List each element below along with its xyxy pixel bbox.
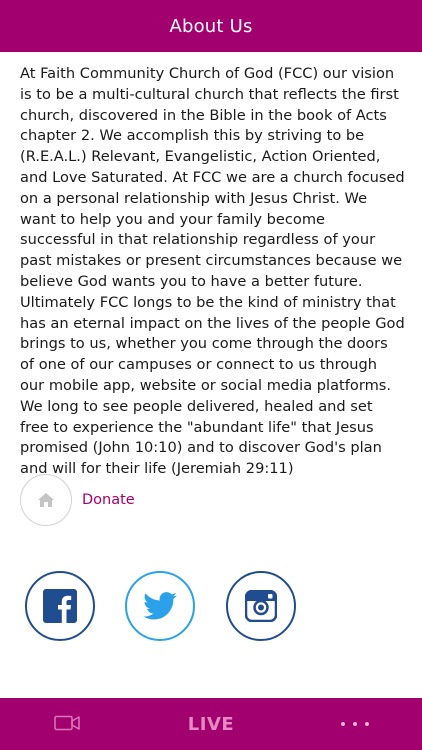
social-links	[0, 571, 422, 641]
facebook-button[interactable]	[25, 571, 95, 641]
about-description: At Faith Community Church of God (FCC) o…	[20, 65, 405, 478]
twitter-icon	[143, 592, 177, 620]
instagram-icon	[245, 590, 277, 622]
twitter-button[interactable]	[125, 571, 195, 641]
facebook-icon	[43, 589, 77, 623]
app-header: About Us	[0, 0, 422, 52]
dot	[341, 722, 345, 726]
page-title: About Us	[169, 15, 253, 37]
donate-link[interactable]: Donate	[82, 492, 135, 508]
live-button[interactable]	[175, 698, 247, 750]
donate-row[interactable]: Donate	[20, 474, 135, 526]
instagram-button[interactable]	[226, 571, 296, 641]
more-dots-icon[interactable]	[341, 716, 369, 732]
video-camera-icon[interactable]	[54, 715, 80, 731]
dot	[353, 722, 357, 726]
home-button[interactable]	[20, 474, 72, 526]
dot	[365, 722, 369, 726]
home-icon	[38, 493, 54, 507]
bottom-nav: LIVE	[0, 698, 422, 750]
